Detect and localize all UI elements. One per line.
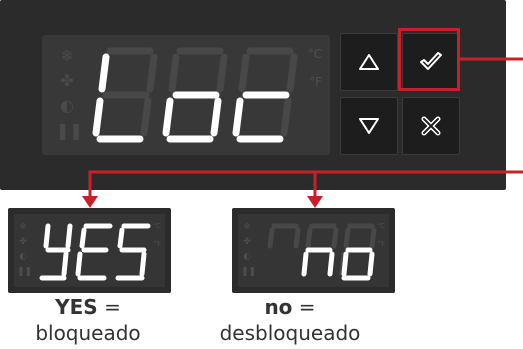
- display-no: ❄ ✤ ◐ ❚❚ °C °F: [232, 208, 395, 293]
- branch-line-yes: [88, 170, 523, 200]
- caption-yes-meaning: bloqueado: [35, 321, 141, 345]
- caption-yes: YES = bloqueado: [0, 294, 188, 346]
- arrow-yes-icon: [82, 196, 98, 208]
- caption-no-equals: =: [298, 295, 316, 319]
- caption-no-meaning: desbloqueado: [219, 321, 361, 345]
- arrow-no-icon: [307, 196, 323, 208]
- display-yes: ❄ ✤ ◐ ❚❚ °C °F: [8, 208, 171, 293]
- caption-no-value: no: [264, 295, 293, 319]
- caption-no: no = desbloqueado: [190, 294, 390, 346]
- caption-yes-equals: =: [104, 295, 121, 319]
- caption-yes-value: YES: [55, 295, 98, 319]
- yes-digits: [39, 223, 151, 281]
- no-digits: [267, 223, 377, 281]
